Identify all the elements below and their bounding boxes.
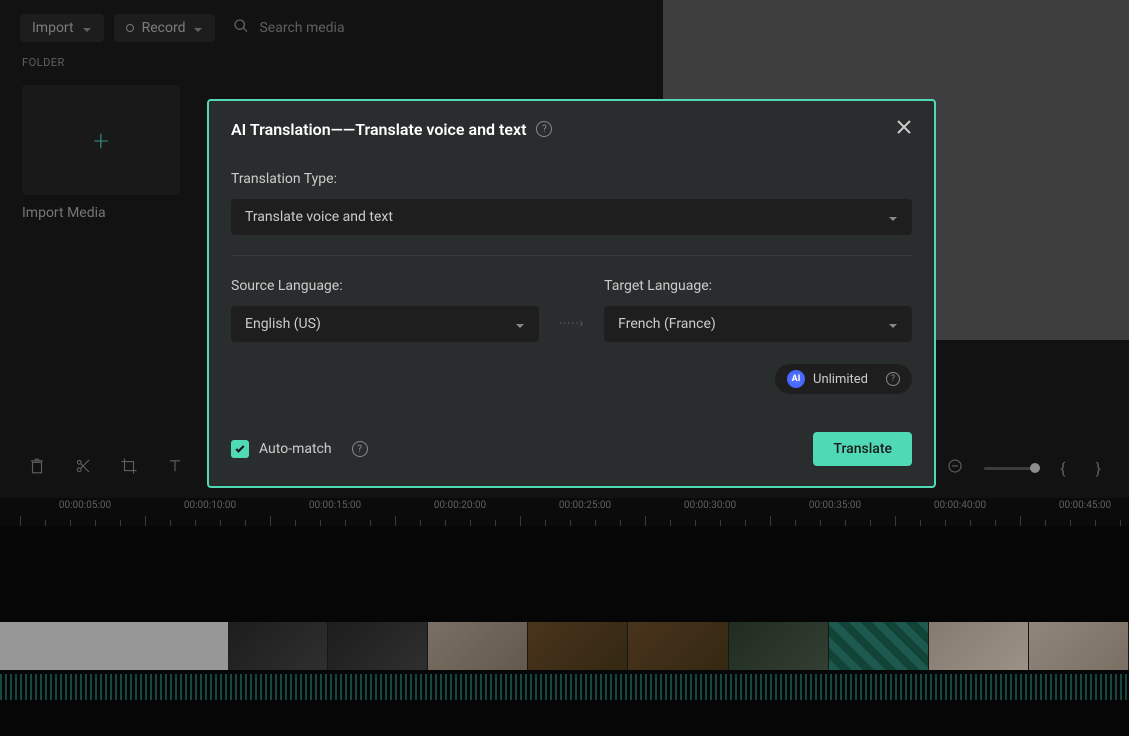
modal-footer: Auto-match ? Translate (209, 432, 934, 486)
modal-title: AI Translation——Translate voice and text (231, 120, 526, 139)
auto-match-checkbox[interactable] (231, 440, 249, 458)
auto-match: Auto-match ? (231, 440, 368, 458)
auto-match-label: Auto-match (259, 441, 332, 457)
target-language-select[interactable]: French (France) (604, 306, 912, 342)
help-icon[interactable]: ? (352, 441, 368, 457)
source-language-col: Source Language: English (US) (231, 270, 539, 342)
help-icon[interactable]: ? (886, 372, 900, 386)
source-language-label: Source Language: (231, 278, 539, 294)
translation-type-value: Translate voice and text (245, 209, 393, 225)
badge-row: AI Unlimited ? (231, 364, 912, 394)
unlimited-badge: AI Unlimited ? (775, 364, 912, 394)
unlimited-label: Unlimited (813, 372, 868, 387)
target-language-label: Target Language: (604, 278, 912, 294)
language-row: Source Language: English (US) ·····› Tar… (231, 270, 912, 342)
ai-icon: AI (787, 370, 805, 388)
translation-type-select[interactable]: Translate voice and text (231, 199, 912, 235)
source-language-value: English (US) (245, 316, 321, 332)
help-icon[interactable]: ? (536, 121, 552, 137)
target-language-value: French (France) (618, 316, 716, 332)
close-icon[interactable] (896, 119, 912, 139)
translation-type-label: Translation Type: (231, 171, 912, 187)
chevron-down-icon (888, 319, 898, 329)
modal-header: AI Translation——Translate voice and text… (209, 101, 934, 151)
chevron-down-icon (888, 212, 898, 222)
modal-body: Translation Type: Translate voice and te… (209, 151, 934, 414)
source-language-select[interactable]: English (US) (231, 306, 539, 342)
translate-button[interactable]: Translate (813, 432, 912, 466)
divider (231, 255, 912, 256)
chevron-down-icon (515, 319, 525, 329)
arrow-icon: ·····› (559, 316, 584, 342)
ai-translation-modal: AI Translation——Translate voice and text… (207, 99, 936, 488)
target-language-col: Target Language: French (France) (604, 270, 912, 342)
